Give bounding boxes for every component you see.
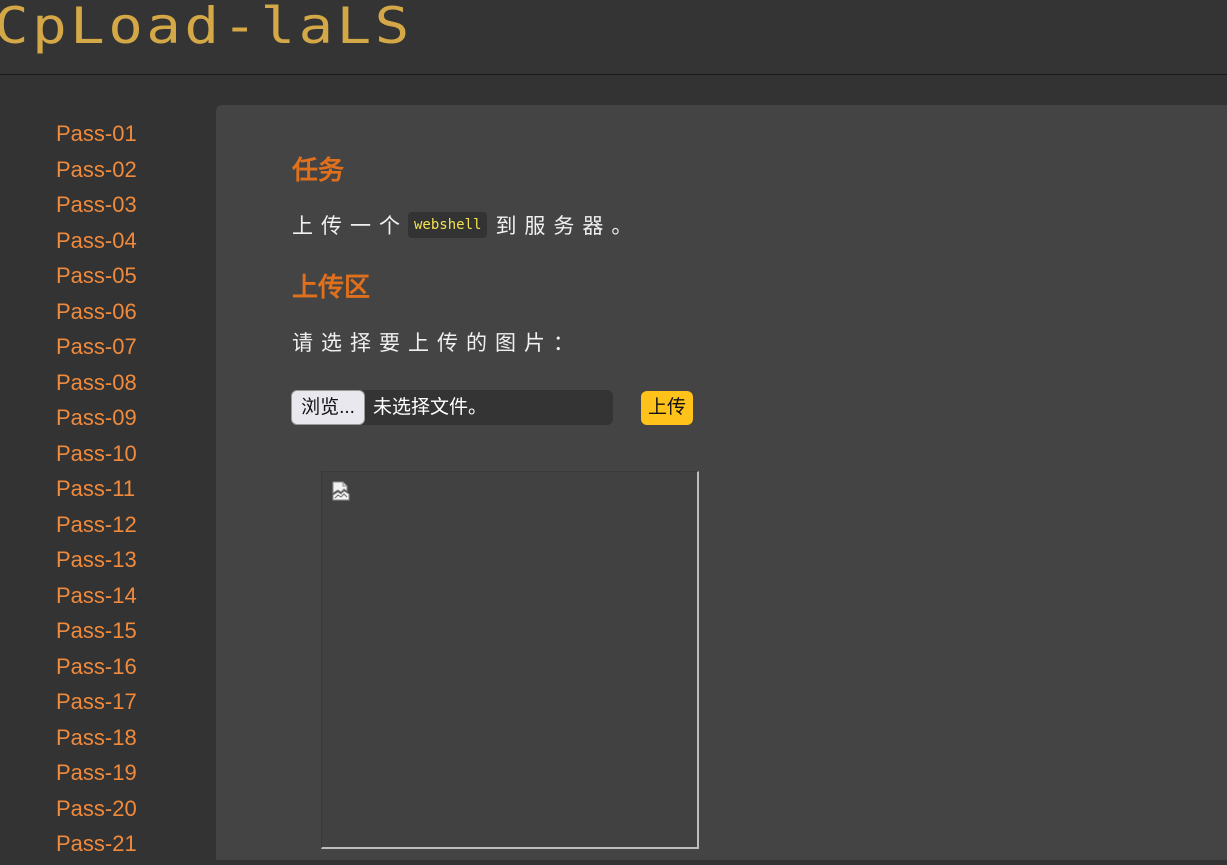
logo-text: CpLoad-laLS [0, 0, 413, 55]
sidebar-item-pass-19[interactable]: Pass-19 [56, 758, 137, 794]
sidebar-item-pass-01[interactable]: Pass-01 [56, 119, 137, 155]
file-status: 未选择文件。 [373, 397, 488, 418]
sidebar: Pass-01 Pass-02 Pass-03 Pass-04 Pass-05 … [0, 75, 216, 860]
sidebar-item-pass-07[interactable]: Pass-07 [56, 332, 137, 368]
sidebar-item-pass-21[interactable]: Pass-21 [56, 829, 137, 865]
sidebar-item-pass-05[interactable]: Pass-05 [56, 261, 137, 297]
browse-button[interactable]: 浏览... [291, 390, 365, 425]
sidebar-item-pass-08[interactable]: Pass-08 [56, 368, 137, 404]
sidebar-item-pass-03[interactable]: Pass-03 [56, 190, 137, 226]
file-input[interactable]: 浏览... 未选择文件。 [291, 390, 613, 425]
sidebar-item-pass-20[interactable]: Pass-20 [56, 794, 137, 830]
logo[interactable]: CpLoad-laLS [0, 0, 409, 60]
sidebar-item-pass-11[interactable]: Pass-11 [56, 474, 137, 510]
upload-button[interactable]: 上传 [641, 391, 693, 425]
sidebar-item-pass-16[interactable]: Pass-16 [56, 652, 137, 688]
sidebar-item-pass-10[interactable]: Pass-10 [56, 439, 137, 475]
sidebar-item-pass-18[interactable]: Pass-18 [56, 723, 137, 759]
sidebar-item-pass-09[interactable]: Pass-09 [56, 403, 137, 439]
upload-prompt: 请选择要上传的图片： [292, 332, 582, 355]
sidebar-item-pass-14[interactable]: Pass-14 [56, 581, 137, 617]
sidebar-item-pass-13[interactable]: Pass-13 [56, 545, 137, 581]
task-code: webshell [408, 212, 488, 238]
task-suffix: 到服务器。 [495, 215, 641, 238]
sidebar-item-pass-04[interactable]: Pass-04 [56, 226, 137, 262]
sidebar-item-pass-02[interactable]: Pass-02 [56, 155, 137, 191]
image-preview [321, 471, 699, 849]
sidebar-item-pass-12[interactable]: Pass-12 [56, 510, 137, 546]
main-panel: 任务 上传一个 webshell 到服务器。 上传区 请选择要上传的图片： 浏览… [216, 105, 1227, 860]
sidebar-list: Pass-01 Pass-02 Pass-03 Pass-04 Pass-05 … [56, 119, 137, 865]
sidebar-item-pass-15[interactable]: Pass-15 [56, 616, 137, 652]
task-description: 上传一个 webshell 到服务器。 [292, 210, 640, 240]
sidebar-item-pass-06[interactable]: Pass-06 [56, 297, 137, 333]
sidebar-item-pass-17[interactable]: Pass-17 [56, 687, 137, 723]
task-prefix: 上传一个 [292, 215, 408, 238]
task-title: 任务 [292, 155, 345, 185]
broken-image-icon [332, 481, 350, 501]
header: CpLoad-laLS [0, 0, 1227, 75]
upload-title: 上传区 [292, 272, 371, 302]
